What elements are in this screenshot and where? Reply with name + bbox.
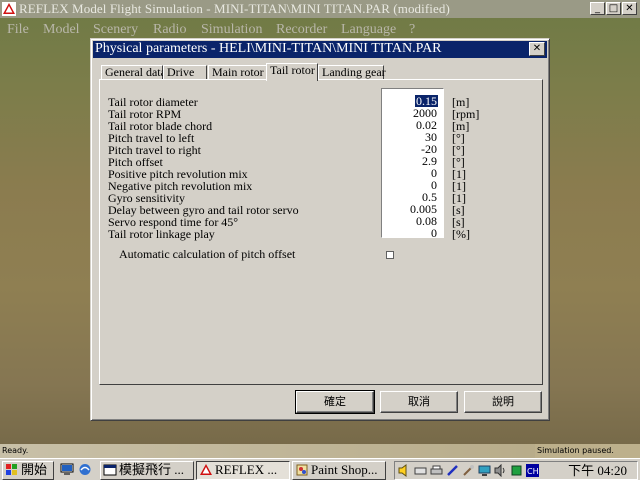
app-title: REFLEX Model Flight Simulation - MINI-TI… — [19, 1, 450, 16]
auto-pitch-offset-checkbox[interactable] — [386, 251, 394, 259]
task-flight-sim[interactable]: 模擬飛行 ... — [100, 461, 194, 480]
quicklaunch-desktop-icon[interactable] — [60, 463, 74, 476]
maximize-button[interactable]: □ — [606, 2, 621, 15]
menu-file[interactable]: File — [7, 22, 29, 38]
menu-bar: File Model Scenery Radio Simulation Reco… — [0, 20, 640, 40]
param-values-column[interactable]: 0.15 2000 0.02 30 -20 2.9 0 0 0.5 0.005 … — [381, 88, 444, 239]
close-app-button[interactable]: ✕ — [622, 2, 637, 15]
status-text: Ready. — [0, 444, 535, 458]
printer-icon[interactable] — [430, 464, 443, 477]
system-tray: CH 下午 04:20 — [394, 461, 638, 480]
menu-simulation[interactable]: Simulation — [201, 22, 262, 38]
task-label: 模擬飛行 ... — [119, 462, 185, 477]
clock[interactable]: 下午 04:20 — [568, 463, 627, 479]
task-label: REFLEX ... — [215, 462, 278, 477]
auto-pitch-offset-label: Automatic calculation of pitch offset — [119, 247, 296, 261]
windows-logo-icon — [6, 464, 17, 475]
monitor-icon[interactable] — [478, 464, 491, 477]
ok-button[interactable]: 確定 — [295, 390, 375, 414]
menu-recorder[interactable]: Recorder — [276, 22, 327, 38]
reflex-logo-icon — [2, 2, 16, 16]
help-button[interactable]: 說明 — [464, 391, 542, 413]
param-label: Tail rotor linkage play — [108, 227, 215, 241]
window-icon — [103, 464, 117, 476]
volume-icon[interactable] — [494, 464, 507, 477]
network-icon[interactable] — [510, 464, 523, 477]
param-unit: [%] — [452, 227, 470, 241]
linkage-play-field[interactable]: 0 — [431, 227, 437, 239]
paint-shop-icon — [296, 464, 308, 476]
keyboard-icon[interactable] — [414, 464, 427, 477]
tab-drive[interactable]: Drive — [163, 65, 207, 80]
input-method-icon[interactable]: CH — [526, 464, 539, 477]
simulation-status: Simulation paused. — [535, 444, 640, 458]
start-label: 開始 — [21, 462, 48, 477]
tool-icon[interactable] — [462, 464, 475, 477]
menu-scenery[interactable]: Scenery — [93, 22, 138, 38]
task-label: Paint Shop... — [311, 462, 378, 477]
quicklaunch-browser-icon[interactable] — [78, 463, 92, 476]
reflex-logo-icon — [200, 464, 212, 475]
tab-general-data[interactable]: General data — [101, 65, 166, 80]
cancel-button[interactable]: 取消 — [380, 391, 458, 413]
pen-icon[interactable] — [446, 464, 459, 477]
task-reflex[interactable]: REFLEX ... — [196, 461, 290, 480]
start-button[interactable]: 開始 — [2, 461, 54, 480]
dialog-title: Physical parameters - HELI\MINI-TITAN\MI… — [95, 41, 442, 56]
tab-main-rotor[interactable]: Main rotor — [208, 65, 267, 80]
menu-radio[interactable]: Radio — [153, 22, 186, 38]
menu-model[interactable]: Model — [43, 22, 80, 38]
minimize-button[interactable]: _ — [590, 2, 605, 15]
taskbar: 開始 模擬飛行 ... REFLEX ... Paint Shop... CH … — [0, 458, 640, 480]
dialog-close-button[interactable]: ✕ — [529, 42, 545, 56]
tab-landing-gear[interactable]: Landing gear — [318, 65, 386, 80]
task-paint-shop[interactable]: Paint Shop... — [292, 461, 386, 480]
menu-help[interactable]: ? — [409, 22, 415, 38]
physical-parameters-dialog: Physical parameters - HELI\MINI-TITAN\MI… — [90, 38, 550, 421]
tab-tail-rotor[interactable]: Tail rotor — [266, 63, 318, 81]
speaker-icon[interactable] — [398, 464, 411, 477]
menu-language[interactable]: Language — [341, 22, 396, 38]
app-titlebar[interactable]: REFLEX Model Flight Simulation - MINI-TI… — [0, 0, 640, 18]
svg-text:CH: CH — [527, 467, 539, 476]
dialog-titlebar[interactable]: Physical parameters - HELI\MINI-TITAN\MI… — [93, 41, 547, 58]
